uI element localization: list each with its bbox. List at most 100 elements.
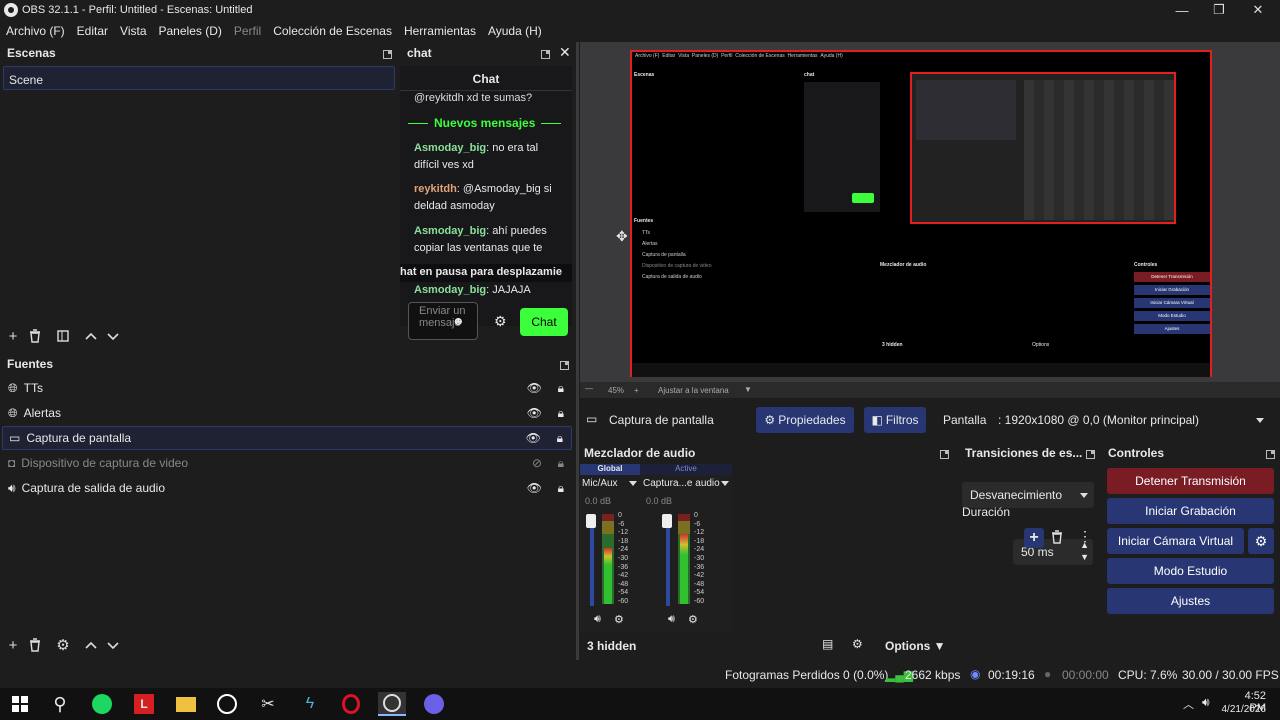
- start-recording-button[interactable]: Iniciar Grabación: [1107, 498, 1274, 524]
- chat-send-button[interactable]: Chat: [520, 308, 568, 336]
- menu-scene-collection[interactable]: Colección de Escenas: [273, 24, 392, 38]
- menu-tools[interactable]: Herramientas: [404, 24, 476, 38]
- zoom-in-button[interactable]: +: [634, 386, 639, 395]
- remove-source-button[interactable]: [24, 635, 46, 655]
- preview-source-frame[interactable]: Archivo (F) Editar Vista Paneles (D) Per…: [630, 50, 1212, 377]
- stop-streaming-button[interactable]: Detener Transmisión: [1107, 468, 1274, 494]
- speaker-icon[interactable]: 🔊︎: [668, 613, 675, 626]
- opera-icon[interactable]: [337, 692, 365, 716]
- lock-icon[interactable]: 🔒︎: [558, 481, 564, 496]
- minimize-button[interactable]: —: [1164, 0, 1200, 20]
- visibility-eye-icon[interactable]: 👁︎: [527, 406, 542, 420]
- splitter[interactable]: [576, 42, 579, 660]
- start-virtual-camera-button[interactable]: Iniciar Cámara Virtual: [1107, 528, 1244, 554]
- close-window-button[interactable]: ✕: [1240, 0, 1276, 20]
- obs-taskbar-icon[interactable]: [378, 692, 406, 716]
- remove-transition-button[interactable]: [1050, 530, 1066, 546]
- undock-icon[interactable]: [1266, 450, 1275, 459]
- menu-help[interactable]: Ayuda (H): [488, 24, 542, 38]
- more-options-icon[interactable]: ⋮: [1078, 528, 1092, 545]
- visibility-eye-icon[interactable]: 👁︎: [527, 381, 542, 395]
- options-button[interactable]: Options ▼: [885, 639, 946, 653]
- gear-icon: ⚙: [1254, 532, 1268, 549]
- lock-icon[interactable]: 🔒︎: [557, 431, 563, 446]
- close-icon[interactable]: ✕: [559, 44, 571, 61]
- nested-options-label: Options: [1032, 342, 1050, 348]
- lock-icon[interactable]: 🔒︎: [558, 406, 564, 421]
- source-item[interactable]: 🌐︎ TTs 👁︎ 🔒︎: [2, 376, 572, 400]
- chat-message-input[interactable]: Enviar un mensaje: [408, 302, 478, 340]
- app-l-icon[interactable]: L: [130, 692, 158, 716]
- gear-icon[interactable]: ⚙: [494, 313, 507, 330]
- zoom-out-button[interactable]: —: [585, 384, 593, 393]
- title-bar: OBS 32.1.1 - Perfil: Untitled - Escenas:…: [0, 0, 1280, 20]
- undock-icon[interactable]: [560, 361, 569, 370]
- gear-icon[interactable]: ⚙: [52, 635, 74, 655]
- preview-canvas[interactable]: Archivo (F) Editar Vista Paneles (D) Per…: [580, 42, 1280, 382]
- undock-icon[interactable]: [541, 50, 550, 59]
- source-item[interactable]: 🌐︎ Alertas 👁︎ 🔒︎: [2, 401, 572, 425]
- move-scene-down-button[interactable]: [102, 326, 124, 346]
- settings-button[interactable]: Ajustes: [1107, 588, 1274, 614]
- source-item-selected[interactable]: ▭ Captura de pantalla 👁︎ 🔒︎: [2, 426, 572, 450]
- spin-down-icon[interactable]: ▼: [1080, 552, 1089, 562]
- chevron-down-icon[interactable]: [721, 481, 729, 486]
- lock-icon[interactable]: 🔒︎: [558, 456, 564, 471]
- whatsapp-icon[interactable]: [213, 692, 241, 716]
- add-source-button[interactable]: +: [2, 635, 24, 655]
- hidden-count[interactable]: 3 hidden: [587, 639, 636, 653]
- move-source-up-button[interactable]: [80, 635, 102, 655]
- menu-docks[interactable]: Paneles (D): [159, 24, 222, 38]
- add-transition-button[interactable]: +: [1024, 528, 1044, 548]
- menu-file[interactable]: Archivo (F): [6, 24, 65, 38]
- scene-item[interactable]: Scene: [3, 66, 395, 90]
- add-scene-button[interactable]: +: [2, 326, 24, 346]
- app-s-icon[interactable]: ϟ: [296, 692, 324, 716]
- menu-profile[interactable]: Perfil: [234, 24, 261, 38]
- visibility-eye-icon[interactable]: 👁︎: [526, 431, 541, 445]
- volume-slider-handle[interactable]: [662, 514, 672, 528]
- emote-icon[interactable]: ☻: [452, 314, 465, 328]
- chevron-down-icon[interactable]: ▼: [744, 385, 752, 394]
- studio-mode-button[interactable]: Modo Estudio: [1107, 558, 1274, 584]
- maximize-button[interactable]: ❐: [1201, 0, 1237, 20]
- chevron-down-icon[interactable]: [629, 481, 637, 486]
- search-icon[interactable]: ⚲: [46, 692, 74, 716]
- windows-start-icon[interactable]: [6, 692, 34, 716]
- undock-icon[interactable]: [940, 450, 949, 459]
- move-source-down-button[interactable]: [102, 635, 124, 655]
- fit-to-window-select[interactable]: Ajustar a la ventana: [658, 386, 729, 395]
- clock-date[interactable]: 4/21/2026: [1220, 704, 1267, 715]
- remove-scene-button[interactable]: [24, 326, 46, 346]
- gear-icon[interactable]: ⚙: [852, 637, 863, 651]
- file-explorer-icon[interactable]: [172, 692, 200, 716]
- properties-button[interactable]: ⚙ Propiedades: [756, 407, 854, 433]
- volume-slider-handle[interactable]: [586, 514, 596, 528]
- visibility-eye-icon[interactable]: 👁︎: [527, 481, 542, 495]
- scene-filters-button[interactable]: [52, 326, 74, 346]
- discord-icon[interactable]: [420, 692, 448, 716]
- hidden-eye-icon[interactable]: ⊘: [532, 456, 542, 470]
- tray-chevron-icon[interactable]: ︿: [1183, 696, 1194, 712]
- layout-icon[interactable]: ▤: [822, 637, 833, 651]
- menu-edit[interactable]: Editar: [77, 24, 108, 38]
- speaker-icon[interactable]: 🔊︎: [594, 613, 601, 626]
- source-item[interactable]: ◘ Dispositivo de captura de video ⊘ 🔒︎: [2, 451, 572, 475]
- undock-icon[interactable]: [383, 50, 392, 59]
- gear-icon[interactable]: ⚙: [688, 613, 698, 626]
- volume-icon[interactable]: 🔊︎: [1202, 695, 1210, 710]
- tab-active[interactable]: Active: [640, 464, 732, 475]
- virtual-camera-settings-button[interactable]: ⚙: [1248, 528, 1274, 554]
- move-scene-up-button[interactable]: [80, 326, 102, 346]
- tab-global[interactable]: Global: [580, 464, 640, 475]
- chat-paused-banner[interactable]: hat en pausa para desplazamie: [400, 264, 572, 282]
- capcut-icon[interactable]: ✂: [254, 692, 282, 716]
- display-select[interactable]: : 1920x1080 @ 0,0 (Monitor principal): [990, 407, 1270, 433]
- lock-icon[interactable]: 🔒︎: [558, 381, 564, 396]
- filters-button[interactable]: ◧ Filtros: [864, 407, 926, 433]
- spotify-icon[interactable]: [88, 692, 116, 716]
- menu-view[interactable]: Vista: [120, 24, 146, 38]
- undock-icon[interactable]: [1086, 450, 1095, 459]
- source-item[interactable]: 🔊︎ Captura de salida de audio 👁︎ 🔒︎: [2, 476, 572, 500]
- gear-icon[interactable]: ⚙: [614, 613, 624, 626]
